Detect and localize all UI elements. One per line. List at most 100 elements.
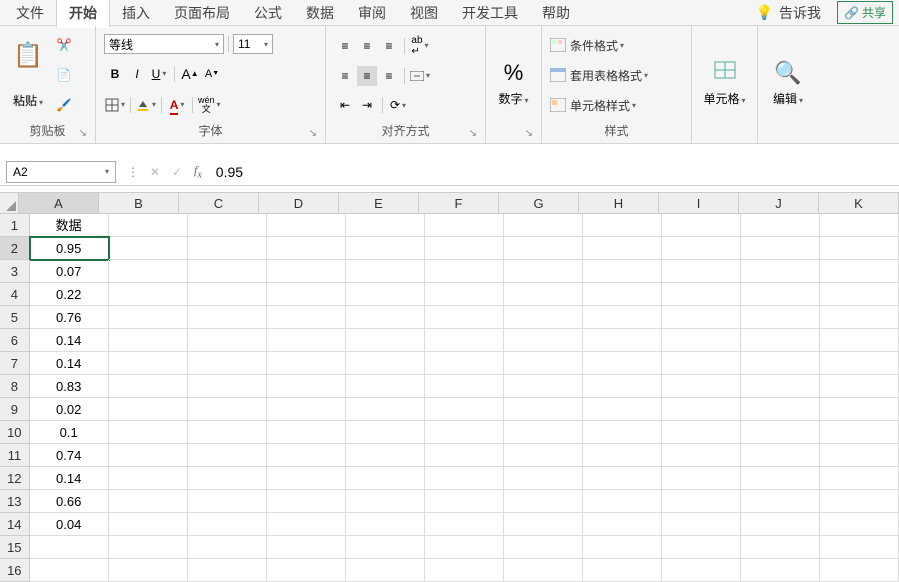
cell-K6[interactable] bbox=[820, 329, 899, 352]
cell-A8[interactable]: 0.83 bbox=[30, 375, 109, 398]
cell-K13[interactable] bbox=[820, 490, 899, 513]
row-header-5[interactable]: 5 bbox=[0, 306, 30, 329]
name-box[interactable]: A2▾ bbox=[6, 161, 116, 183]
cell-D4[interactable] bbox=[267, 283, 346, 306]
row-header-2[interactable]: 2 bbox=[0, 237, 30, 260]
cell-B3[interactable] bbox=[109, 260, 188, 283]
cell-K1[interactable] bbox=[820, 214, 899, 237]
cell-J9[interactable] bbox=[741, 398, 820, 421]
conditional-format-button[interactable]: 条件格式 bbox=[550, 35, 683, 56]
underline-button[interactable]: U bbox=[149, 64, 169, 84]
cell-G12[interactable] bbox=[504, 467, 583, 490]
cell-B4[interactable] bbox=[109, 283, 188, 306]
cell-K14[interactable] bbox=[820, 513, 899, 536]
cell-J16[interactable] bbox=[741, 559, 820, 582]
cell-E13[interactable] bbox=[346, 490, 425, 513]
row-header-7[interactable]: 7 bbox=[0, 352, 30, 375]
cell-C11[interactable] bbox=[188, 444, 267, 467]
cell-C3[interactable] bbox=[188, 260, 267, 283]
cells-button[interactable]: 单元格 bbox=[700, 30, 749, 137]
cell-J13[interactable] bbox=[741, 490, 820, 513]
cell-F16[interactable] bbox=[425, 559, 504, 582]
cell-B7[interactable] bbox=[109, 352, 188, 375]
row-header-13[interactable]: 13 bbox=[0, 490, 30, 513]
cell-G9[interactable] bbox=[504, 398, 583, 421]
cell-E1[interactable] bbox=[346, 214, 425, 237]
cell-B14[interactable] bbox=[109, 513, 188, 536]
number-launcher[interactable]: ↘ bbox=[525, 128, 533, 139]
cell-J12[interactable] bbox=[741, 467, 820, 490]
orientation-button[interactable]: ⟳ bbox=[388, 95, 408, 115]
cell-C4[interactable] bbox=[188, 283, 267, 306]
paste-icon[interactable]: 📋 bbox=[13, 41, 43, 70]
cell-I13[interactable] bbox=[662, 490, 741, 513]
cell-F6[interactable] bbox=[425, 329, 504, 352]
cell-D1[interactable] bbox=[267, 214, 346, 237]
cell-F5[interactable] bbox=[425, 306, 504, 329]
format-painter-icon[interactable]: 🖌️ bbox=[54, 95, 74, 115]
cell-E6[interactable] bbox=[346, 329, 425, 352]
cell-H13[interactable] bbox=[583, 490, 662, 513]
align-right-icon[interactable]: ≡ bbox=[379, 66, 399, 86]
cell-E15[interactable] bbox=[346, 536, 425, 559]
cell-G3[interactable] bbox=[504, 260, 583, 283]
cell-G1[interactable] bbox=[504, 214, 583, 237]
cell-E11[interactable] bbox=[346, 444, 425, 467]
cell-H4[interactable] bbox=[583, 283, 662, 306]
number-format-button[interactable]: % 数字 bbox=[494, 30, 533, 137]
cell-F9[interactable] bbox=[425, 398, 504, 421]
cell-I11[interactable] bbox=[662, 444, 741, 467]
cell-E8[interactable] bbox=[346, 375, 425, 398]
row-header-10[interactable]: 10 bbox=[0, 421, 30, 444]
cell-D8[interactable] bbox=[267, 375, 346, 398]
font-size-select[interactable]: 11▾ bbox=[233, 34, 273, 54]
cell-B9[interactable] bbox=[109, 398, 188, 421]
tab-view[interactable]: 视图 bbox=[398, 0, 450, 27]
cell-H16[interactable] bbox=[583, 559, 662, 582]
font-color-button[interactable]: A bbox=[167, 95, 187, 115]
cell-I4[interactable] bbox=[662, 283, 741, 306]
cell-G10[interactable] bbox=[504, 421, 583, 444]
cell-I9[interactable] bbox=[662, 398, 741, 421]
tab-insert[interactable]: 插入 bbox=[110, 0, 162, 27]
col-header-G[interactable]: G bbox=[499, 193, 579, 213]
cell-styles-button[interactable]: 单元格样式 bbox=[550, 95, 683, 116]
italic-button[interactable]: I bbox=[127, 64, 147, 84]
row-header-4[interactable]: 4 bbox=[0, 283, 30, 306]
cell-D5[interactable] bbox=[267, 306, 346, 329]
cell-E3[interactable] bbox=[346, 260, 425, 283]
cell-D7[interactable] bbox=[267, 352, 346, 375]
cell-A7[interactable]: 0.14 bbox=[30, 352, 109, 375]
font-name-select[interactable]: 等线▾ bbox=[104, 34, 224, 54]
cell-K7[interactable] bbox=[820, 352, 899, 375]
col-header-I[interactable]: I bbox=[659, 193, 739, 213]
cell-B16[interactable] bbox=[109, 559, 188, 582]
cell-D15[interactable] bbox=[267, 536, 346, 559]
cell-F11[interactable] bbox=[425, 444, 504, 467]
cell-D10[interactable] bbox=[267, 421, 346, 444]
phonetic-button[interactable]: wén文 bbox=[198, 95, 221, 115]
tab-file[interactable]: 文件 bbox=[4, 0, 56, 27]
cell-A5[interactable]: 0.76 bbox=[30, 306, 109, 329]
bold-button[interactable]: B bbox=[105, 64, 125, 84]
cell-H11[interactable] bbox=[583, 444, 662, 467]
row-header-3[interactable]: 3 bbox=[0, 260, 30, 283]
row-header-8[interactable]: 8 bbox=[0, 375, 30, 398]
cell-D6[interactable] bbox=[267, 329, 346, 352]
cell-A6[interactable]: 0.14 bbox=[30, 329, 109, 352]
cell-E10[interactable] bbox=[346, 421, 425, 444]
cell-F12[interactable] bbox=[425, 467, 504, 490]
cell-F2[interactable] bbox=[425, 237, 504, 260]
tab-home[interactable]: 开始 bbox=[56, 0, 110, 28]
cell-I6[interactable] bbox=[662, 329, 741, 352]
cell-K16[interactable] bbox=[820, 559, 899, 582]
cell-H8[interactable] bbox=[583, 375, 662, 398]
cell-I2[interactable] bbox=[662, 237, 741, 260]
cell-J3[interactable] bbox=[741, 260, 820, 283]
cell-K10[interactable] bbox=[820, 421, 899, 444]
row-header-9[interactable]: 9 bbox=[0, 398, 30, 421]
cell-G8[interactable] bbox=[504, 375, 583, 398]
tab-review[interactable]: 审阅 bbox=[346, 0, 398, 27]
cell-H7[interactable] bbox=[583, 352, 662, 375]
cell-H14[interactable] bbox=[583, 513, 662, 536]
